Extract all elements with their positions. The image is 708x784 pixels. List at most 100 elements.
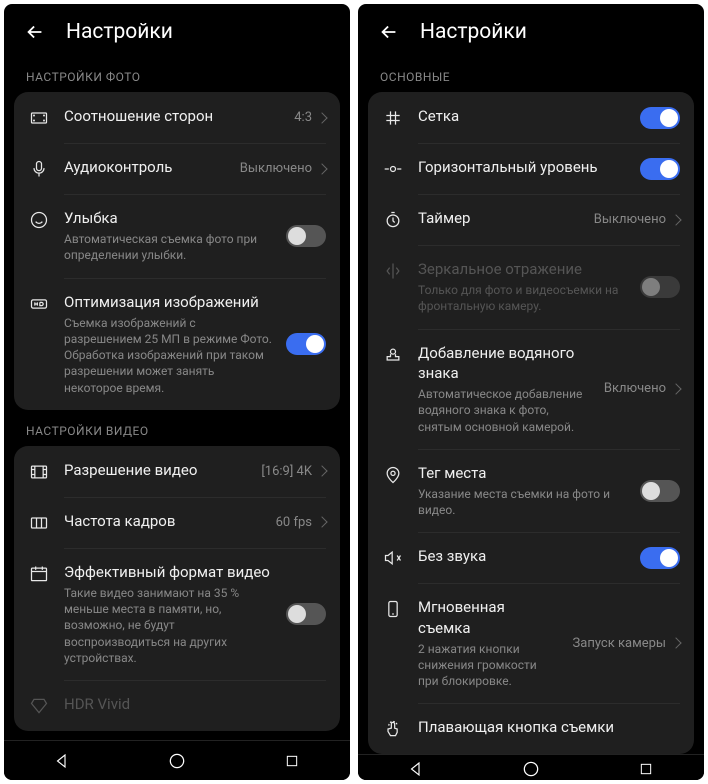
audio-value: Выключено (240, 161, 312, 176)
water-desc: Автоматическое добавление водяного знака… (418, 386, 590, 435)
eff-label: Эффективный формат видео (64, 562, 272, 582)
section-photo: НАСТРОЙКИ ФОТО (4, 56, 350, 92)
header: Настройки (4, 4, 350, 56)
main-card: Сетка Горизонтальный уровень Таймер Выкл… (368, 92, 694, 754)
hdr-row: HDR Vivid (14, 680, 340, 731)
hd-toggle[interactable] (286, 333, 326, 355)
eff-desc: Такие видео занимают на 35 % меньше мест… (64, 585, 272, 666)
watermark-row[interactable]: Добавление водяного знакаАвтоматическое … (368, 329, 694, 449)
section-video: НАСТРОЙКИ ВИДЕО (4, 410, 350, 446)
grid-label: Сетка (418, 106, 626, 126)
chevron-right-icon (316, 466, 327, 477)
aspect-value: 4:3 (294, 110, 312, 125)
geo-label: Тег места (418, 463, 626, 483)
smile-label: Улыбка (64, 208, 272, 228)
quick-label: Мгновенная съемка (418, 597, 559, 638)
section-main: ОСНОВНЫЕ (358, 56, 704, 92)
timer-icon (382, 209, 404, 231)
phone-right: Настройки ОСНОВНЫЕ Сетка Горизонтальный … (358, 4, 704, 780)
smile-icon (28, 209, 50, 231)
photo-card: Соотношение сторон 4:3 Аудиоконтроль Вык… (14, 92, 340, 410)
hd-row[interactable]: Оптимизация изображений Съемка изображени… (14, 278, 340, 410)
mute-row[interactable]: Без звука (368, 532, 694, 583)
nav-recent-icon[interactable] (632, 755, 660, 780)
geo-toggle[interactable] (640, 480, 680, 502)
nav-back-icon[interactable] (48, 747, 76, 775)
phone-icon (382, 598, 404, 620)
calendar-icon (28, 563, 50, 585)
mirror-label: Зеркальное отражение (418, 259, 626, 279)
timer-label: Таймер (418, 208, 580, 228)
grid-toggle[interactable] (640, 107, 680, 129)
nav-bar (4, 740, 350, 780)
timer-row[interactable]: Таймер Выключено (368, 194, 694, 245)
hdr-label: HDR Vivid (64, 694, 326, 714)
quick-row[interactable]: Мгновенная съемка2 нажатия кнопки снижен… (368, 583, 694, 703)
nav-home-icon[interactable] (517, 755, 545, 780)
location-icon (382, 464, 404, 486)
mute-toggle[interactable] (640, 547, 680, 569)
mic-icon (28, 158, 50, 180)
chevron-right-icon (316, 112, 327, 123)
hd-label: Оптимизация изображений (64, 292, 272, 312)
hd-icon (28, 293, 50, 315)
stamp-icon (382, 344, 404, 366)
page-title: Настройки (420, 20, 527, 44)
mirror-desc: Только для фото и видеосъемки на фронтал… (418, 282, 626, 314)
diamond-icon (28, 695, 50, 717)
chevron-right-icon (670, 638, 681, 649)
vres-label: Разрешение видео (64, 460, 247, 480)
fps-label: Частота кадров (64, 511, 262, 531)
nav-recent-icon[interactable] (278, 747, 306, 775)
nav-bar (358, 754, 704, 780)
page-title: Настройки (66, 20, 173, 44)
fps-value: 60 fps (276, 515, 312, 530)
phone-left: Настройки НАСТРОЙКИ ФОТО Соотношение сто… (4, 4, 350, 780)
hd-desc: Съемка изображений с разрешением 25 МП в… (64, 315, 272, 396)
smile-row[interactable]: Улыбка Автоматическая съемка фото при опр… (14, 194, 340, 278)
aspect-icon (28, 107, 50, 129)
quick-desc: 2 нажатия кнопки снижения громкости при … (418, 641, 559, 690)
level-label: Горизонтальный уровень (418, 157, 626, 177)
mute-icon (382, 547, 404, 569)
geo-row[interactable]: Тег места Указание места съемки на фото и… (368, 449, 694, 533)
level-toggle[interactable] (640, 158, 680, 180)
mirror-toggle (640, 276, 680, 298)
vres-value: [16:9] 4K (261, 464, 312, 479)
eff-toggle[interactable] (286, 603, 326, 625)
chevron-right-icon (316, 517, 327, 528)
audio-control-row[interactable]: Аудиоконтроль Выключено (14, 143, 340, 194)
mute-label: Без звука (418, 546, 626, 566)
float-row[interactable]: Плавающая кнопка съемки (368, 703, 694, 754)
level-icon (382, 158, 404, 180)
aspect-ratio-row[interactable]: Соотношение сторон 4:3 (14, 92, 340, 143)
header: Настройки (358, 4, 704, 56)
quick-value: Запуск камеры (573, 636, 666, 651)
aspect-label: Соотношение сторон (64, 106, 280, 126)
frames-icon (28, 512, 50, 534)
mirror-row: Зеркальное отражение Только для фото и ви… (368, 245, 694, 329)
efficient-row[interactable]: Эффективный формат видео Такие видео зани… (14, 548, 340, 680)
geo-desc: Указание места съемки на фото и видео. (418, 486, 626, 518)
float-label: Плавающая кнопка съемки (418, 717, 680, 737)
back-icon[interactable] (378, 21, 400, 43)
water-value: Включено (604, 381, 666, 396)
smile-toggle[interactable] (286, 225, 326, 247)
chevron-right-icon (670, 214, 681, 225)
back-icon[interactable] (24, 21, 46, 43)
smile-desc: Автоматическая съемка фото при определен… (64, 231, 272, 263)
nav-back-icon[interactable] (402, 755, 430, 780)
video-res-row[interactable]: Разрешение видео [16:9] 4K (14, 446, 340, 497)
level-row[interactable]: Горизонтальный уровень (368, 143, 694, 194)
touch-icon (382, 718, 404, 740)
film-icon (28, 461, 50, 483)
mirror-icon (382, 260, 404, 282)
fps-row[interactable]: Частота кадров 60 fps (14, 497, 340, 548)
audio-label: Аудиоконтроль (64, 157, 226, 177)
video-card: Разрешение видео [16:9] 4K Частота кадро… (14, 446, 340, 731)
grid-row[interactable]: Сетка (368, 92, 694, 143)
water-label: Добавление водяного знака (418, 343, 590, 384)
timer-value: Выключено (594, 212, 666, 227)
chevron-right-icon (316, 163, 327, 174)
nav-home-icon[interactable] (163, 747, 191, 775)
